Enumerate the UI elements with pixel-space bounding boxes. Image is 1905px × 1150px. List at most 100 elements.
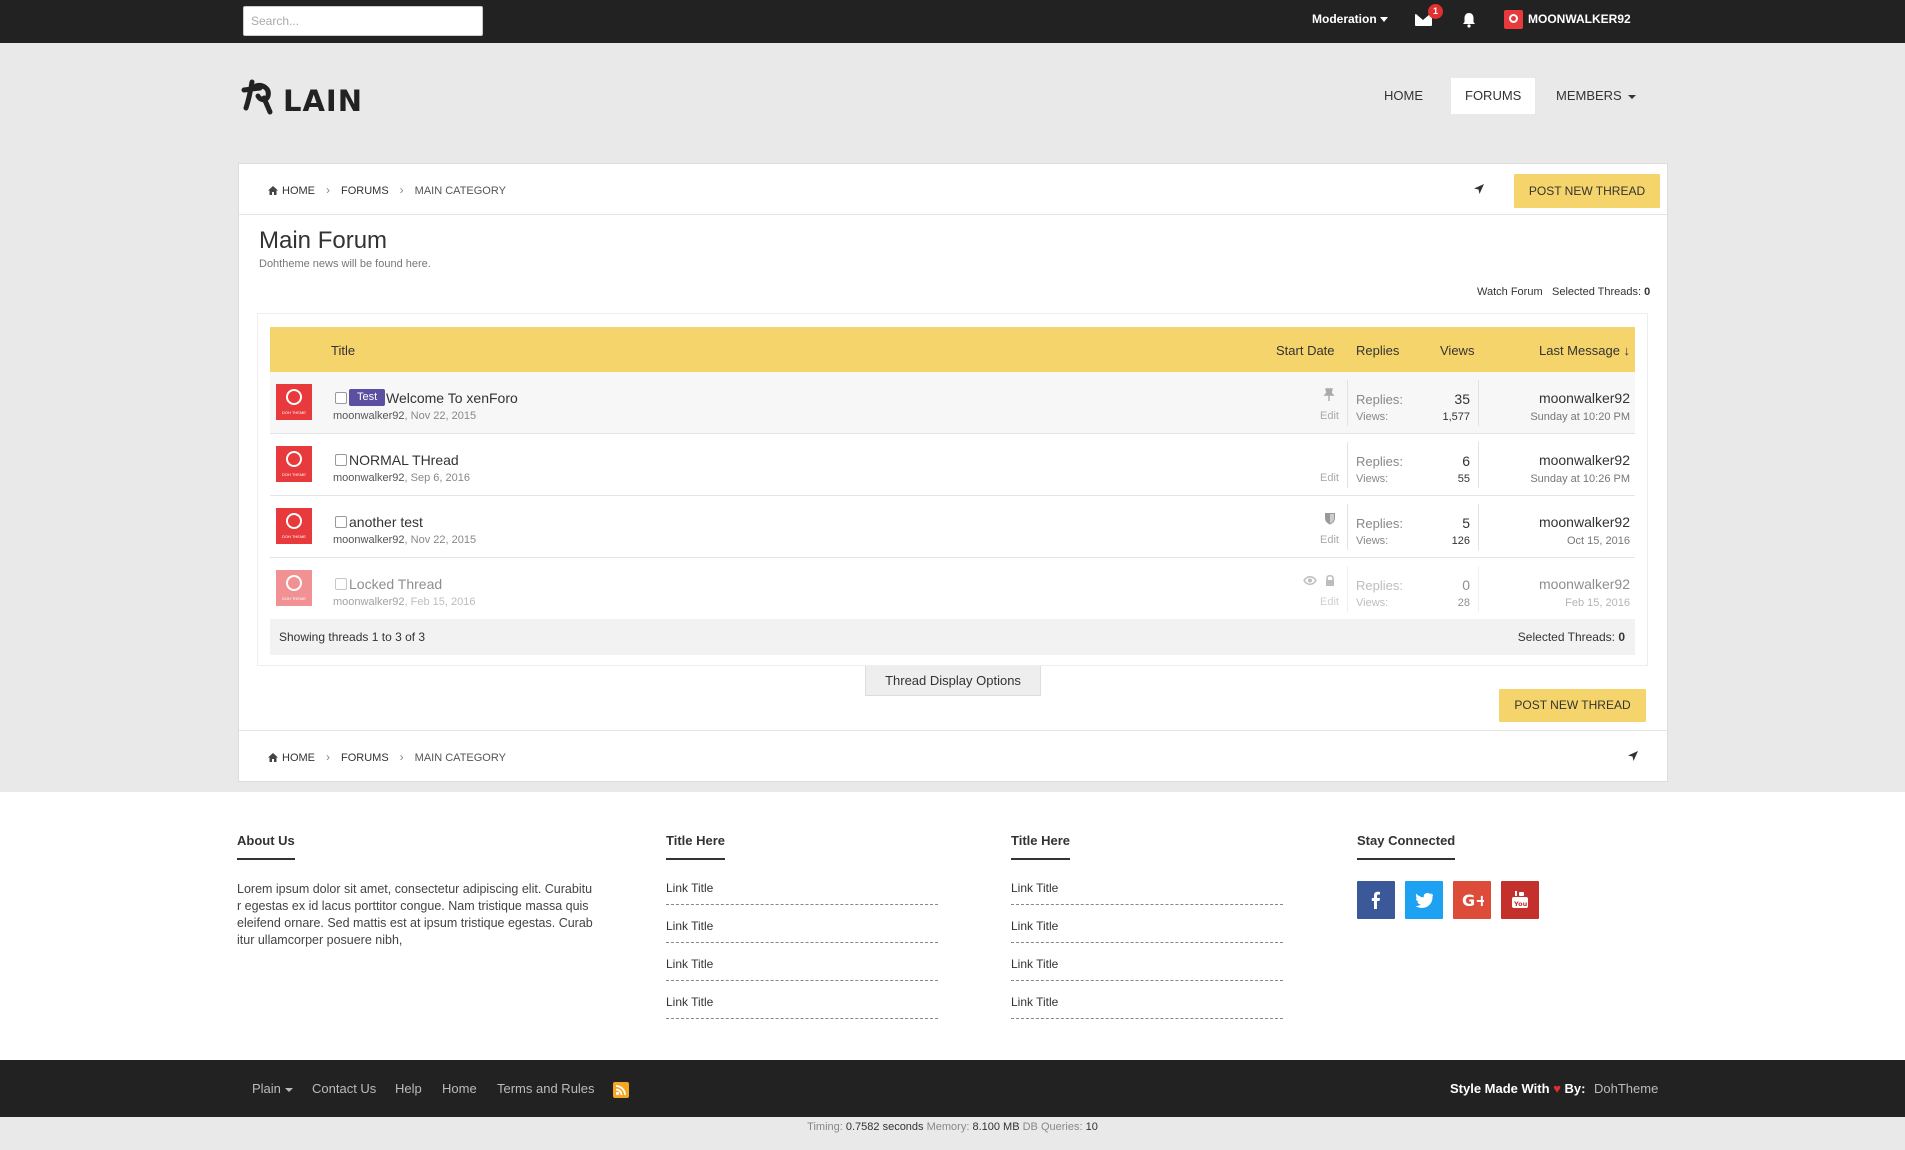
footer-link[interactable]: Link Title: [666, 957, 938, 981]
thread-date: Nov 22, 2015: [410, 410, 477, 422]
replies-count: 0: [1462, 577, 1470, 593]
avatar[interactable]: [276, 446, 312, 482]
breadcrumb-separator: ›: [399, 183, 404, 197]
thread-author[interactable]: moonwalker92: [333, 596, 405, 608]
breadcrumb-forums[interactable]: FORUMS: [341, 185, 389, 197]
heart-icon: ♥: [1553, 1081, 1561, 1096]
thread-meta: moonwalker92, Nov 22, 2015: [333, 534, 477, 546]
footer-contact-link[interactable]: Contact Us: [312, 1081, 376, 1096]
header-title[interactable]: Title: [331, 343, 355, 358]
views-count: 126: [1451, 535, 1470, 547]
thread-checkbox[interactable]: [335, 392, 347, 404]
moderation-menu[interactable]: Moderation: [1312, 12, 1388, 26]
edit-link[interactable]: Edit: [1320, 534, 1339, 546]
user-avatar[interactable]: [1504, 10, 1523, 29]
selected-threads-footer[interactable]: Selected Threads: 0: [1518, 630, 1625, 644]
thread-author[interactable]: moonwalker92: [333, 534, 405, 546]
footer-link[interactable]: Link Title: [1011, 957, 1283, 981]
table-row: Test Welcome To xenForo moonwalker92, No…: [270, 372, 1635, 434]
thread-title[interactable]: NORMAL THread: [349, 452, 459, 468]
avatar[interactable]: [276, 570, 312, 606]
nav-members[interactable]: MEMBERS: [1542, 78, 1650, 114]
location-arrow-icon[interactable]: [1473, 183, 1485, 195]
thread-date: Nov 22, 2015: [410, 534, 477, 546]
thread-title[interactable]: Locked Thread: [349, 576, 442, 592]
footer-link[interactable]: Link Title: [666, 995, 938, 1019]
thread-checkbox[interactable]: [335, 454, 347, 466]
dohtheme-link[interactable]: DohTheme: [1594, 1081, 1658, 1096]
thread-checkbox[interactable]: [335, 578, 347, 590]
watch-forum-link[interactable]: Watch Forum: [1477, 286, 1543, 298]
footer-link[interactable]: Link Title: [1011, 919, 1283, 943]
footer-link[interactable]: Link Title: [1011, 995, 1283, 1019]
breadcrumb-main-category[interactable]: MAIN CATEGORY: [415, 185, 506, 197]
inbox-count-badge: 1: [1428, 4, 1443, 19]
header-replies[interactable]: Replies: [1356, 343, 1399, 358]
thread-author[interactable]: moonwalker92: [333, 410, 405, 422]
nav-home[interactable]: HOME: [1370, 78, 1437, 114]
last-message-date[interactable]: Oct 15, 2016: [1567, 535, 1630, 547]
rss-icon[interactable]: [613, 1082, 629, 1098]
last-message-date[interactable]: Feb 15, 2016: [1565, 597, 1630, 609]
thread-checkbox[interactable]: [335, 516, 347, 528]
facebook-icon: [1371, 891, 1380, 909]
logo-icon[interactable]: [240, 78, 284, 120]
location-arrow-icon[interactable]: [1627, 750, 1639, 762]
header-start-date[interactable]: Start Date: [1276, 343, 1335, 358]
lock-icon: [1326, 574, 1334, 586]
footer-link[interactable]: Link Title: [666, 919, 938, 943]
last-message-date[interactable]: Sunday at 10:20 PM: [1530, 411, 1630, 423]
replies-count: 5: [1462, 515, 1470, 531]
showing-threads-text: Showing threads 1 to 3 of 3: [279, 630, 426, 644]
thread-display-options-button[interactable]: Thread Display Options: [865, 666, 1041, 696]
last-message-date[interactable]: Sunday at 10:26 PM: [1530, 473, 1630, 485]
footer-link[interactable]: Link Title: [666, 881, 938, 905]
thread-date: Sep 6, 2016: [410, 472, 471, 484]
footer-home-link[interactable]: Home: [442, 1081, 477, 1096]
nav-forums[interactable]: FORUMS: [1451, 78, 1536, 114]
last-message-user[interactable]: moonwalker92: [1539, 576, 1630, 592]
post-new-thread-button[interactable]: POST NEW THREAD: [1499, 689, 1646, 722]
thread-title[interactable]: Welcome To xenForo: [386, 390, 518, 406]
footer-help-link[interactable]: Help: [395, 1081, 422, 1096]
header-last-message[interactable]: Last Message ↓: [1539, 343, 1630, 358]
twitter-button[interactable]: [1405, 881, 1443, 919]
breadcrumb-home[interactable]: HOME: [268, 185, 315, 197]
selected-threads[interactable]: Selected Threads: 0: [1552, 286, 1650, 298]
footer-terms-link[interactable]: Terms and Rules: [497, 1081, 595, 1096]
thread-meta: moonwalker92, Feb 15, 2016: [333, 596, 476, 608]
thread-title[interactable]: another test: [349, 514, 423, 530]
breadcrumb-main-category[interactable]: MAIN CATEGORY: [415, 752, 506, 764]
table-row: Locked Thread moonwalker92, Feb 15, 2016…: [270, 558, 1635, 620]
thread-prefix-badge[interactable]: Test: [349, 389, 386, 406]
bell-icon[interactable]: [1460, 11, 1478, 29]
divider: [239, 730, 1667, 731]
edit-link[interactable]: Edit: [1320, 472, 1339, 484]
facebook-button[interactable]: [1357, 881, 1395, 919]
avatar[interactable]: [276, 384, 312, 420]
home-icon: [268, 753, 278, 762]
post-new-thread-button[interactable]: POST NEW THREAD: [1514, 174, 1660, 208]
footer-col2-title: Title Here: [666, 833, 726, 860]
divider: [1478, 566, 1479, 612]
google-plus-button[interactable]: G+: [1453, 881, 1491, 919]
username-link[interactable]: MOONWALKER92: [1528, 12, 1631, 26]
edit-link[interactable]: Edit: [1320, 410, 1339, 422]
breadcrumb-home[interactable]: HOME: [268, 752, 315, 764]
youtube-button[interactable]: You: [1501, 881, 1539, 919]
avatar[interactable]: [276, 508, 312, 544]
last-message-user[interactable]: moonwalker92: [1539, 514, 1630, 530]
last-message-user[interactable]: moonwalker92: [1539, 452, 1630, 468]
search-input[interactable]: [243, 6, 483, 36]
breadcrumb-forums[interactable]: FORUMS: [341, 752, 389, 764]
last-message-user[interactable]: moonwalker92: [1539, 390, 1630, 406]
edit-link[interactable]: Edit: [1320, 596, 1339, 608]
footer-link[interactable]: Link Title: [1011, 881, 1283, 905]
header-views[interactable]: Views: [1440, 343, 1474, 358]
thread-author[interactable]: moonwalker92: [333, 472, 405, 484]
page-title: Main Forum: [259, 227, 388, 254]
logo-text[interactable]: LAIN: [283, 84, 363, 118]
views-label: Views:: [1356, 411, 1389, 423]
chevron-down-icon: [1379, 17, 1388, 23]
footer-style-chooser[interactable]: Plain: [252, 1081, 293, 1096]
